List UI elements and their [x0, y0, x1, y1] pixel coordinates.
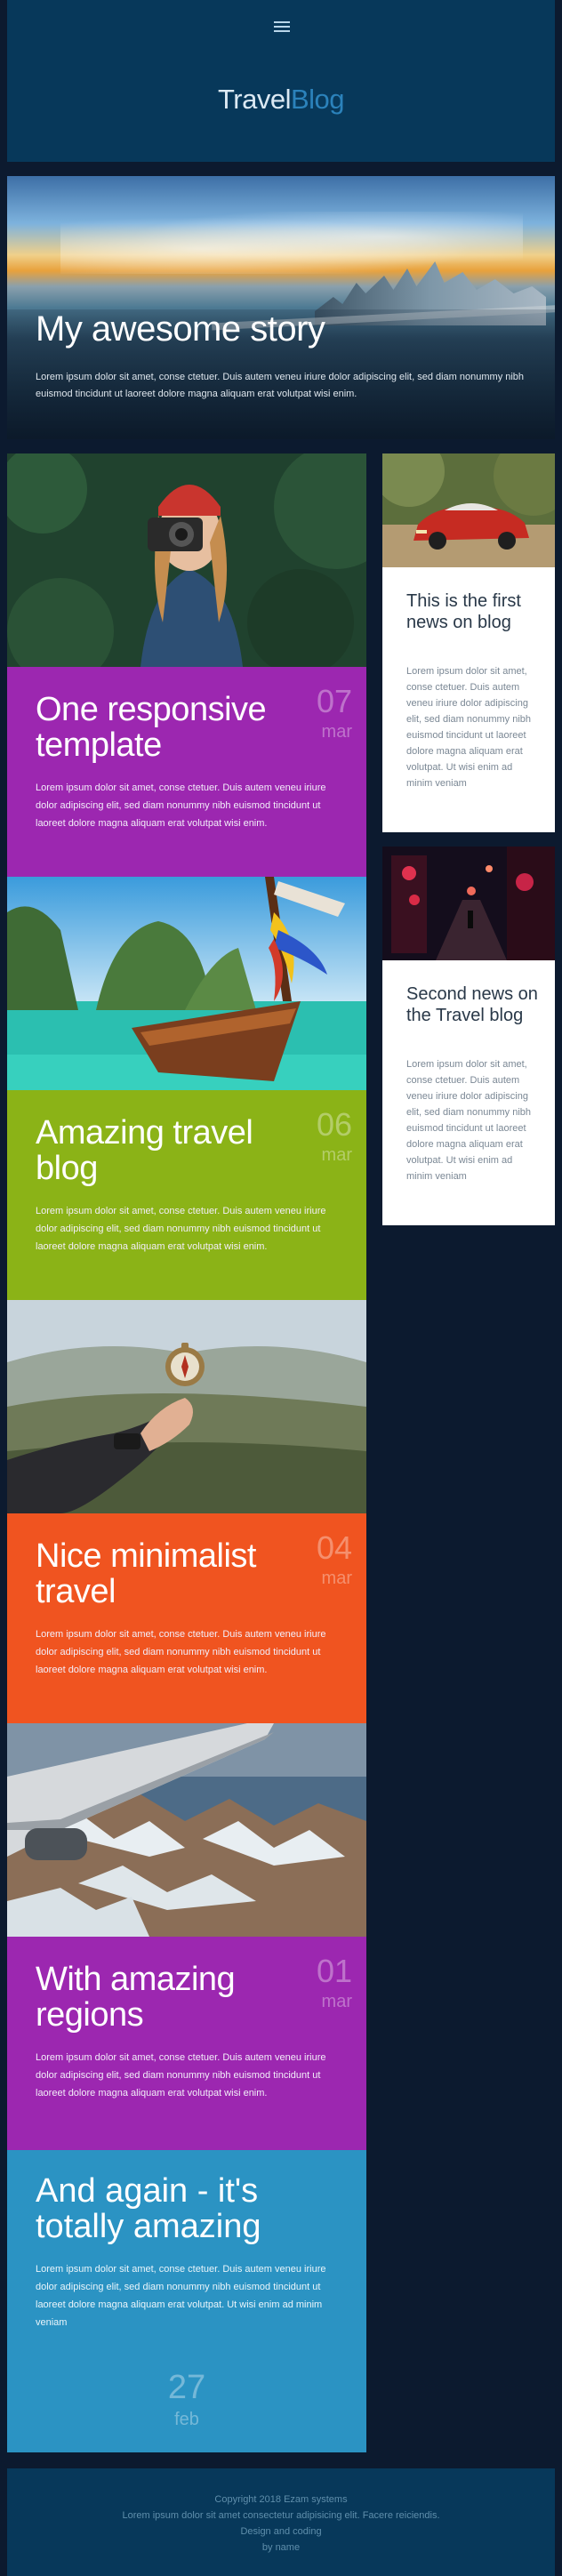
post-month: mar [321, 1992, 352, 2011]
post-day: 07 [316, 683, 352, 719]
post-card[interactable]: Amazing travel blog 06 mar Lorem ipsum d… [7, 877, 366, 1300]
news-text: Lorem ipsum dolor sit amet, conse ctetue… [406, 666, 532, 789]
news-title[interactable]: Second news on the Travel blog [406, 983, 540, 1026]
post-image-airplane-wing [7, 1723, 366, 1937]
post-title[interactable]: Amazing travel blog [36, 1115, 302, 1186]
news-image-red-car [382, 453, 555, 567]
footer-author[interactable]: by name [7, 2540, 555, 2556]
post-title[interactable]: With amazing regions [36, 1962, 302, 2033]
post-month: mar [321, 1569, 352, 1588]
post-card[interactable]: With amazing regions 01 mar Lorem ipsum … [7, 1723, 366, 2150]
post-text: Lorem ipsum dolor sit amet, conse ctetue… [36, 782, 326, 829]
post-band: Nice minimalist travel 04 mar Lorem ipsu… [7, 1513, 366, 1723]
post-card[interactable]: One responsive template 07 mar Lorem ips… [7, 453, 366, 877]
footer-copyright: Copyright 2018 Ezam systems [214, 2494, 348, 2505]
post-image-photographer [7, 453, 366, 667]
post-day: 27 [167, 2369, 206, 2406]
post-text: Lorem ipsum dolor sit amet, conse ctetue… [36, 1629, 326, 1675]
post-day: 01 [316, 1953, 352, 1989]
logo-word-blog: Blog [290, 84, 345, 115]
logo-word-travel: Travel [217, 84, 291, 115]
post-image-boat [7, 877, 366, 1090]
footer-text: Lorem ipsum dolor sit amet consectetur a… [122, 2510, 440, 2521]
post-day: 04 [316, 1529, 352, 1566]
hamburger-icon[interactable] [274, 20, 292, 34]
post-card-last[interactable]: And again - it's totally amazing Lorem i… [7, 2150, 366, 2452]
news-card[interactable]: Second news on the Travel blog Lorem ips… [382, 847, 555, 1225]
post-band: Amazing travel blog 06 mar Lorem ipsum d… [7, 1090, 366, 1300]
hero-image-clouds [60, 212, 523, 274]
post-band: One responsive template 07 mar Lorem ips… [7, 667, 366, 877]
news-text: Lorem ipsum dolor sit amet, conse ctetue… [406, 1059, 532, 1182]
hero-text: Lorem ipsum dolor sit amet, conse ctetue… [36, 372, 525, 399]
post-text: Lorem ipsum dolor sit amet, conse ctetue… [36, 2264, 326, 2328]
news-title[interactable]: This is the first news on blog [406, 590, 540, 633]
post-text: Lorem ipsum dolor sit amet, conse ctetue… [36, 1206, 326, 1252]
post-month: mar [321, 722, 352, 742]
post-text: Lorem ipsum dolor sit amet, conse ctetue… [36, 2052, 326, 2099]
site-header: TravelBlog [7, 0, 555, 162]
post-month: mar [321, 1145, 352, 1165]
news-card[interactable]: This is the first news on blog Lorem ips… [382, 453, 555, 832]
post-card[interactable]: Nice minimalist travel 04 mar Lorem ipsu… [7, 1300, 366, 1723]
hero-story[interactable]: My awesome story Lorem ipsum dolor sit a… [7, 176, 555, 439]
post-band: With amazing regions 01 mar Lorem ipsum … [7, 1937, 366, 2150]
post-image-compass [7, 1300, 366, 1513]
post-title[interactable]: One responsive template [36, 692, 302, 763]
news-image-night-street [382, 847, 555, 960]
footer-credit: Design and coding [240, 2526, 322, 2537]
site-footer: Copyright 2018 Ezam systems Lorem ipsum … [7, 2468, 555, 2576]
post-title[interactable]: Nice minimalist travel [36, 1538, 302, 1609]
hero-title[interactable]: My awesome story [36, 309, 325, 349]
post-month: feb [174, 2410, 199, 2429]
post-title[interactable]: And again - it's totally amazing [36, 2173, 338, 2244]
post-day: 06 [316, 1106, 352, 1143]
site-logo[interactable]: TravelBlog [7, 84, 555, 116]
